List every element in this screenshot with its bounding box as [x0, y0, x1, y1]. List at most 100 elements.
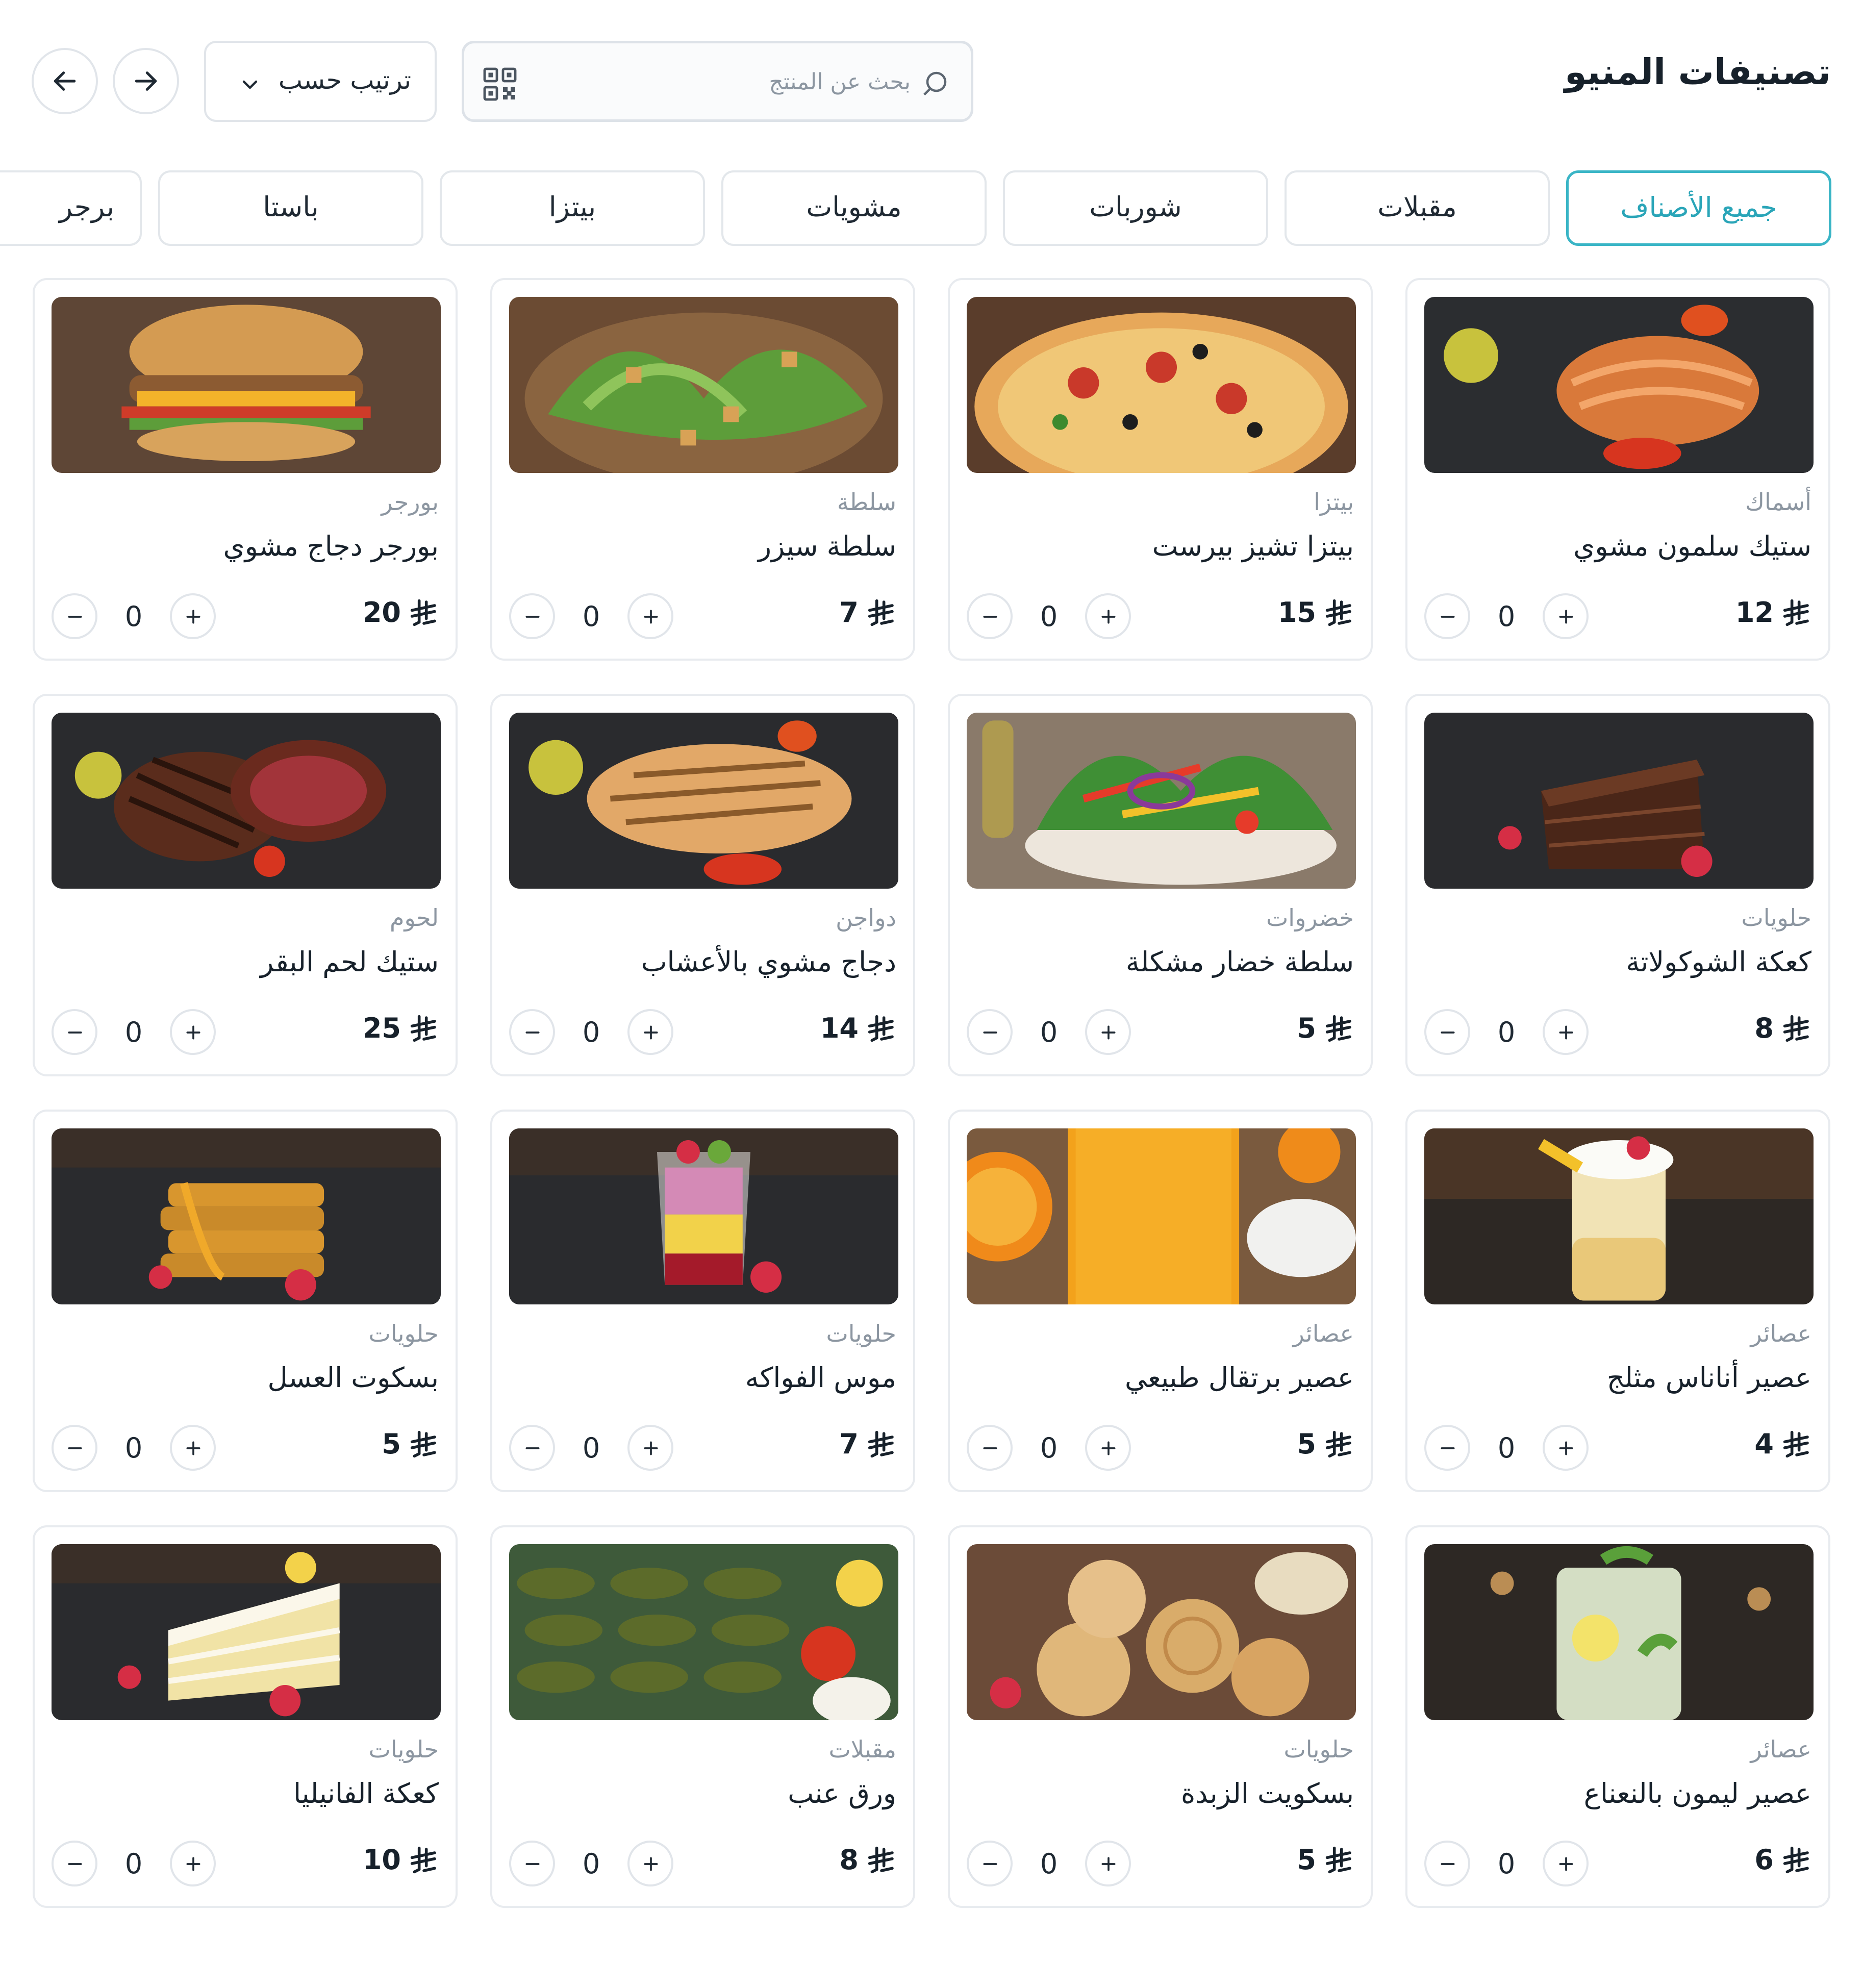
product-card-pizza[interactable]: بيتزا بيتزا تشيز بيرست 15 0: [948, 278, 1373, 661]
product-card-honey-biscuits[interactable]: حلويات بسكوت العسل 5 0: [33, 1110, 458, 1492]
decrease-button[interactable]: [967, 1841, 1013, 1886]
product-card-caesar-salad[interactable]: سلطة سلطة سيزر 7 0: [490, 278, 915, 661]
product-card-orange-juice[interactable]: عصائر عصير برتقال طبيعي 5 0: [948, 1110, 1373, 1492]
product-card-chicken-burger[interactable]: بورجر بورجر دجاج مشوي 20 0: [33, 278, 458, 661]
quantity-stepper: 0: [967, 1007, 1135, 1056]
quantity-value: 0: [582, 1848, 600, 1880]
quantity-value: 0: [124, 1016, 143, 1048]
increase-button[interactable]: [170, 1009, 216, 1055]
increase-button[interactable]: [1085, 1425, 1131, 1471]
increase-button[interactable]: [1543, 1841, 1589, 1886]
minus-icon: [525, 616, 540, 618]
product-name: عصير برتقال طبيعي: [1125, 1362, 1354, 1394]
decrease-button[interactable]: [1424, 1009, 1470, 1055]
search-input[interactable]: بحث عن المنتج: [769, 69, 911, 95]
plus-icon: [186, 1857, 200, 1871]
product-price: 25: [363, 1012, 439, 1044]
price-value: 20: [362, 596, 401, 628]
riyal-icon: [1783, 1846, 1809, 1873]
decrease-button[interactable]: [509, 1009, 555, 1055]
plus-icon: [1101, 1857, 1116, 1871]
increase-button[interactable]: [1543, 593, 1589, 639]
product-card-grilled-chicken[interactable]: دواجن دجاج مشوي بالأعشاب 14 0: [490, 694, 915, 1076]
product-card-fruit-mousse[interactable]: حلويات موس الفواكه 7 0: [490, 1110, 915, 1492]
decrease-button[interactable]: [509, 593, 555, 639]
increase-button[interactable]: [1085, 1009, 1131, 1055]
arrow-right-icon: [135, 71, 157, 91]
plus-icon: [1559, 1441, 1573, 1455]
increase-button[interactable]: [1543, 1425, 1589, 1471]
grilled-chicken-image: [509, 713, 898, 889]
quantity-stepper: 0: [52, 1007, 220, 1056]
product-card-salmon-steak[interactable]: أسماك ستيك سلمون مشوي 12 0: [1405, 278, 1830, 661]
product-card-mixed-salad[interactable]: خضروات سلطة خضار مشكلة 5 0: [948, 694, 1373, 1076]
product-card-butter-cookies[interactable]: حلويات بسكويت الزبدة 5 0: [948, 1525, 1373, 1908]
increase-button[interactable]: [627, 1009, 673, 1055]
increase-button[interactable]: [1085, 593, 1131, 639]
product-card-beef-steak[interactable]: لحوم ستيك لحم البقر 25 0: [33, 694, 458, 1076]
tab-soups[interactable]: شوربات: [1003, 170, 1268, 246]
product-image: [52, 1544, 441, 1720]
tab-pizza[interactable]: بيتزا: [440, 170, 705, 246]
riyal-icon: [868, 1846, 894, 1873]
product-category: أسماك: [1745, 488, 1811, 516]
decrease-button[interactable]: [509, 1841, 555, 1886]
decrease-button[interactable]: [52, 1009, 97, 1055]
tab-burger[interactable]: برجر: [0, 170, 142, 246]
tab-grills[interactable]: مشويات: [721, 170, 987, 246]
product-category: بورجر: [381, 488, 439, 516]
increase-button[interactable]: [170, 1425, 216, 1471]
increase-button[interactable]: [170, 1841, 216, 1886]
product-name: موس الفواكه: [745, 1362, 896, 1394]
decrease-button[interactable]: [967, 1009, 1013, 1055]
riyal-icon: [410, 1846, 436, 1873]
product-card-pineapple-juice[interactable]: عصائر عصير أناناس مثلج 4 0: [1405, 1110, 1830, 1492]
increase-button[interactable]: [170, 593, 216, 639]
product-card-lemon-mint-juice[interactable]: عصائر عصير ليمون بالنعناع 6 0: [1405, 1525, 1830, 1908]
product-image: [52, 713, 441, 889]
decrease-button[interactable]: [52, 593, 97, 639]
decrease-button[interactable]: [1424, 1425, 1470, 1471]
product-image: [509, 1128, 898, 1304]
sort-label: ترتيب حسب: [278, 65, 411, 95]
decrease-button[interactable]: [52, 1841, 97, 1886]
riyal-icon: [410, 1015, 436, 1042]
minus-icon: [525, 1447, 540, 1449]
search-box[interactable]: بحث عن المنتج: [462, 41, 973, 122]
plus-icon: [1101, 610, 1116, 624]
product-card-grape-leaves[interactable]: مقبلات ورق عنب 8 0: [490, 1525, 915, 1908]
decrease-button[interactable]: [967, 593, 1013, 639]
product-image: [52, 297, 441, 473]
product-name: ورق عنب: [788, 1777, 896, 1809]
tab-all[interactable]: جميع الأصناف: [1566, 170, 1831, 246]
decrease-button[interactable]: [52, 1425, 97, 1471]
scroll-left-button[interactable]: [32, 48, 98, 114]
mixed-salad-image: [967, 713, 1356, 889]
product-image: [509, 1544, 898, 1720]
riyal-icon: [868, 1430, 894, 1457]
product-card-chocolate-cake[interactable]: حلويات كعكة الشوكولاتة 8 0: [1405, 694, 1830, 1076]
increase-button[interactable]: [1543, 1009, 1589, 1055]
tab-appetizers[interactable]: مقبلات: [1285, 170, 1550, 246]
price-value: 10: [362, 1844, 401, 1876]
product-image: [1424, 297, 1814, 473]
increase-button[interactable]: [627, 1425, 673, 1471]
product-card-vanilla-cake[interactable]: حلويات كعكة الفانيليا 10 0: [33, 1525, 458, 1908]
quantity-value: 0: [124, 600, 143, 633]
decrease-button[interactable]: [509, 1425, 555, 1471]
plus-icon: [186, 1441, 200, 1455]
increase-button[interactable]: [627, 1841, 673, 1886]
plus-icon: [644, 1025, 658, 1040]
scroll-right-button[interactable]: [113, 48, 179, 114]
increase-button[interactable]: [627, 593, 673, 639]
qr-scan-icon[interactable]: [482, 66, 518, 103]
decrease-button[interactable]: [1424, 1841, 1470, 1886]
product-category: دواجن: [836, 904, 896, 932]
tab-pasta[interactable]: باستا: [158, 170, 423, 246]
price-value: 8: [1754, 1012, 1774, 1044]
sort-dropdown[interactable]: ترتيب حسب: [204, 41, 437, 122]
product-name: كعكة الفانيليا: [293, 1777, 439, 1809]
increase-button[interactable]: [1085, 1841, 1131, 1886]
decrease-button[interactable]: [967, 1425, 1013, 1471]
decrease-button[interactable]: [1424, 593, 1470, 639]
